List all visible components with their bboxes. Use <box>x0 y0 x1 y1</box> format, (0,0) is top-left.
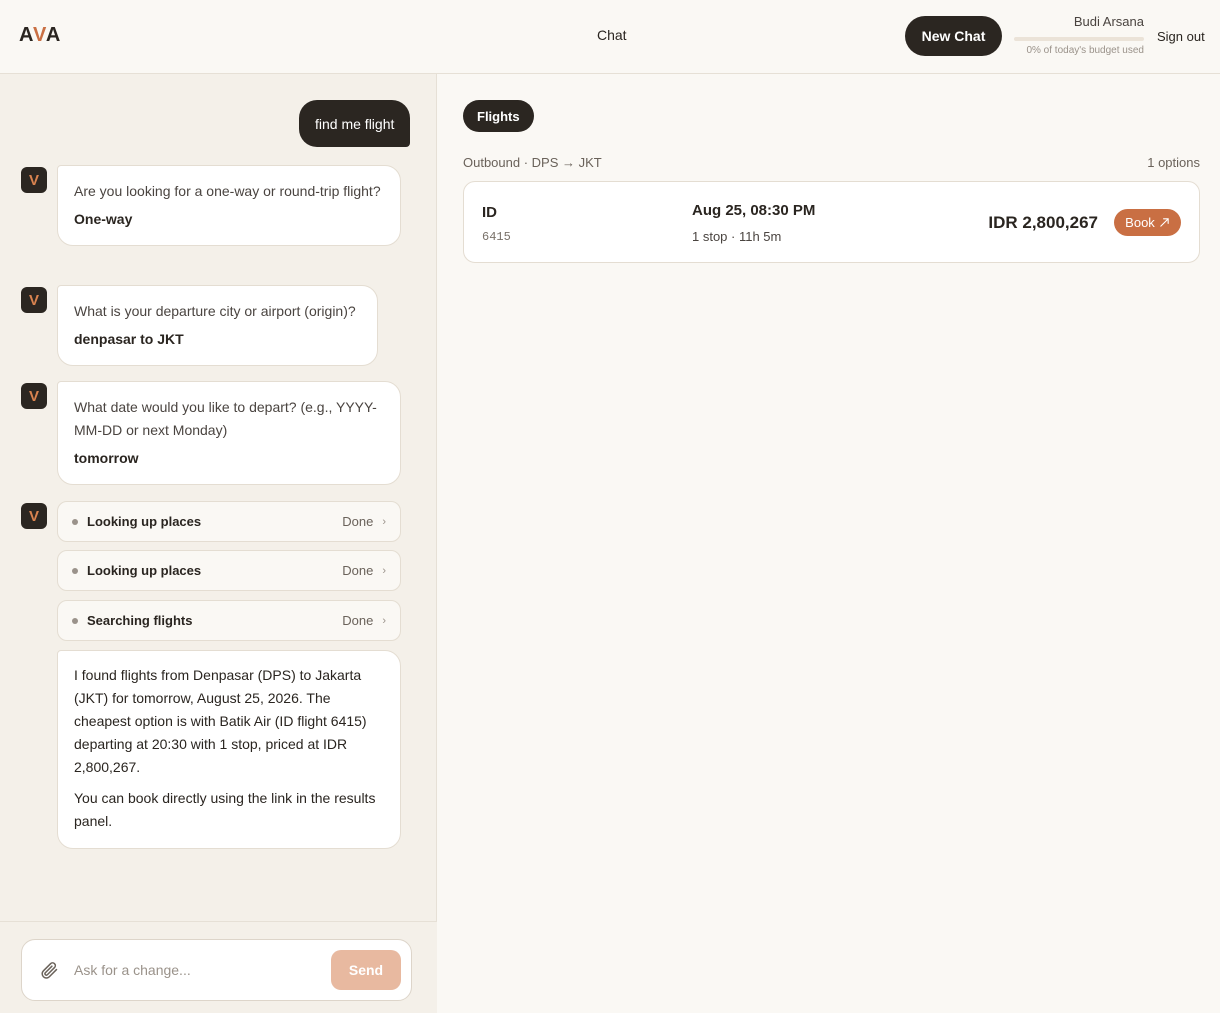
flight-card: ID 6415 Aug 25, 08:30 PM 1 stop · 11h 5m… <box>463 181 1200 263</box>
external-link-icon <box>1160 218 1169 227</box>
options-count: 1 options <box>1147 155 1200 170</box>
paperclip-icon[interactable] <box>39 960 59 980</box>
question-text: What date would you like to depart? (e.g… <box>74 399 377 438</box>
budget-usage-text: 0% of today's budget used <box>1026 45 1144 56</box>
tool-call-row[interactable]: Searching flights Done › <box>57 600 401 641</box>
tool-call-label: Looking up places <box>87 563 202 578</box>
composer-area: Send <box>0 921 437 1013</box>
assistant-avatar: V <box>21 287 47 313</box>
send-button[interactable]: Send <box>331 950 401 990</box>
chat-pane: find me flight V Are you looking for a o… <box>0 74 437 1013</box>
tool-call-row[interactable]: Looking up places Done › <box>57 501 401 542</box>
flight-number: 6415 <box>482 230 511 244</box>
book-button[interactable]: Book <box>1114 209 1181 236</box>
result-paragraph: You can book directly using the link in … <box>74 790 376 829</box>
app-logo[interactable]: AVA <box>19 24 61 47</box>
budget-progress-bar <box>1014 37 1144 41</box>
tool-call-row[interactable]: Looking up places Done › <box>57 550 401 591</box>
assistant-question-bubble: What is your departure city or airport (… <box>57 285 378 366</box>
tool-call-status: Done <box>342 613 374 628</box>
airline-code: ID <box>482 204 497 221</box>
assistant-question-bubble: What date would you like to depart? (e.g… <box>57 381 401 485</box>
sign-out-link[interactable]: Sign out <box>1157 29 1205 44</box>
status-dot <box>72 617 78 624</box>
composer-box: Send <box>21 939 412 1001</box>
nav-chat-link[interactable]: Chat <box>597 27 627 43</box>
assistant-avatar: V <box>21 383 47 409</box>
tab-flights[interactable]: Flights <box>463 100 534 132</box>
tool-call-label: Searching flights <box>87 613 193 628</box>
assistant-result-bubble: I found flights from Denpasar (DPS) to J… <box>57 650 401 849</box>
chevron-right-icon: › <box>382 614 386 627</box>
answer-text: One-way <box>74 211 133 227</box>
answer-text: denpasar to JKT <box>74 331 184 347</box>
flight-price: IDR 2,800,267 <box>988 213 1098 232</box>
assistant-question-bubble: Are you looking for a one-way or round-t… <box>57 165 401 246</box>
tool-call-status: Done <box>342 563 374 578</box>
result-paragraph: I found flights from Denpasar (DPS) to J… <box>74 667 367 775</box>
top-header: AVA Chat New Chat Budi Arsana 0% of toda… <box>0 0 1220 74</box>
assistant-avatar: V <box>21 503 47 529</box>
question-text: Are you looking for a one-way or round-t… <box>74 183 381 199</box>
user-message: find me flight <box>299 100 411 147</box>
answer-text: tomorrow <box>74 450 139 466</box>
results-pane: Flights Outbound · DPS → JKT 1 options I… <box>437 74 1220 1013</box>
assistant-avatar: V <box>21 167 47 193</box>
question-text: What is your departure city or airport (… <box>74 303 356 319</box>
tool-call-status: Done <box>342 514 374 529</box>
chevron-right-icon: › <box>382 564 386 577</box>
user-budget-block: Budi Arsana 0% of today's budget used <box>1014 14 1144 56</box>
tool-call-label: Looking up places <box>87 514 202 529</box>
new-chat-button[interactable]: New Chat <box>905 16 1002 56</box>
stops-duration: 1 stop · 11h 5m <box>692 229 782 244</box>
chevron-right-icon: › <box>382 515 386 528</box>
status-dot <box>72 567 78 574</box>
route-label: Outbound · DPS → JKT <box>463 155 602 170</box>
departure-time: Aug 25, 08:30 PM <box>692 202 816 219</box>
user-name: Budi Arsana <box>1073 14 1144 29</box>
status-dot <box>72 518 78 525</box>
message-input[interactable] <box>74 958 324 982</box>
book-label: Book <box>1125 215 1155 230</box>
